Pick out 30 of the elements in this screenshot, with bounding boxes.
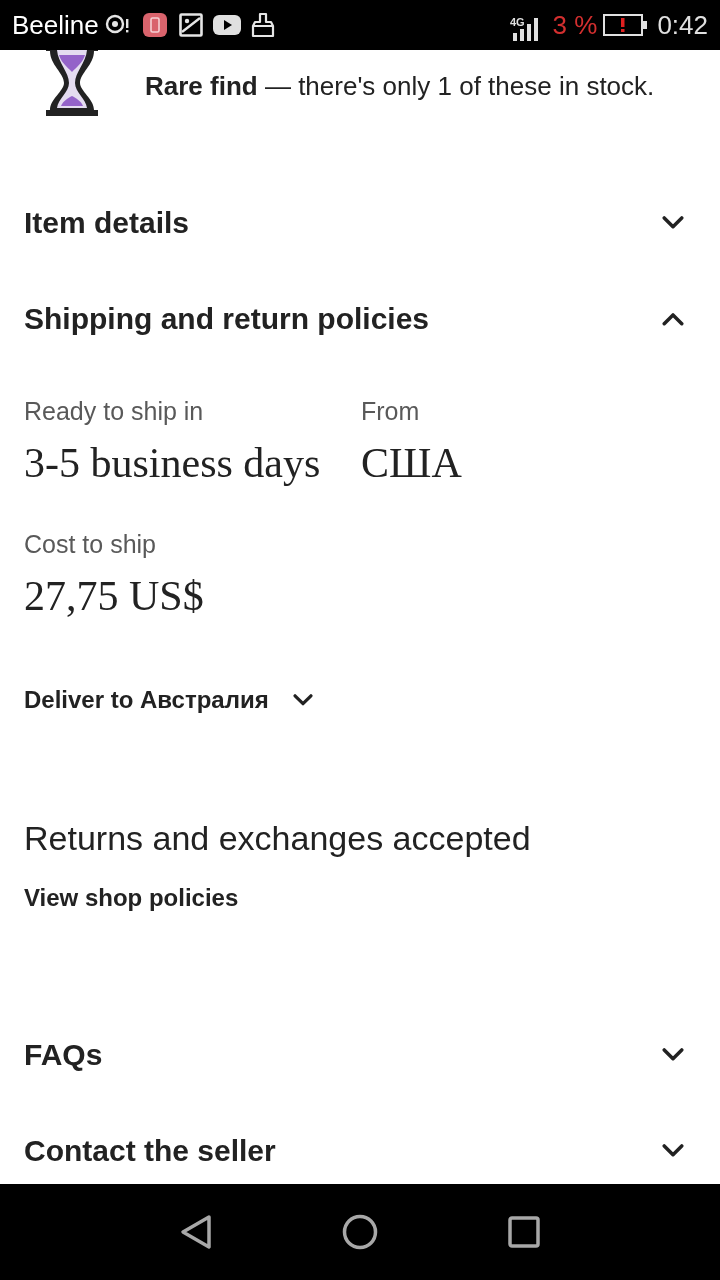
network-type: 4G <box>509 17 525 28</box>
hourglass-icon <box>44 50 100 116</box>
field-label: From <box>361 396 420 426</box>
shop-policies-link[interactable]: View shop policies <box>24 883 239 913</box>
field-value: 27,75 US$ <box>24 572 204 620</box>
carrier-name: Beeline <box>12 12 99 38</box>
accordion-header[interactable]: Contact the seller <box>24 1129 684 1173</box>
clock-time: 0:42 <box>657 12 708 38</box>
stock-notice: Rare find — there's only 1 of these in stock. <box>145 70 655 102</box>
field-label: Cost to ship <box>24 529 156 559</box>
accordion-header[interactable]: Shipping and return policies <box>24 297 684 341</box>
signal-icon <box>512 15 539 41</box>
field-label: Ready to ship in <box>24 396 204 426</box>
accordion-header[interactable]: FAQs <box>24 1033 684 1077</box>
play-icon <box>212 15 241 35</box>
back-button[interactable] <box>178 1212 214 1252</box>
home-button[interactable] <box>342 1212 378 1252</box>
battery-icon <box>603 14 648 36</box>
recents-icon <box>508 1216 540 1248</box>
brush-icon <box>250 12 275 38</box>
back-icon <box>179 1214 213 1250</box>
field-value: 3-5 business days <box>24 439 321 487</box>
accordion-header[interactable]: Item details <box>24 201 684 245</box>
field-value: США <box>361 439 462 487</box>
battery-percent: 3 % <box>552 12 598 38</box>
image-icon <box>178 13 203 37</box>
home-icon <box>342 1214 378 1250</box>
deliver-to-dropdown[interactable]: Deliver to Австралия <box>24 685 313 715</box>
returns-text: Returns and exchanges accepted <box>24 818 531 858</box>
battery-app-icon <box>142 13 167 37</box>
